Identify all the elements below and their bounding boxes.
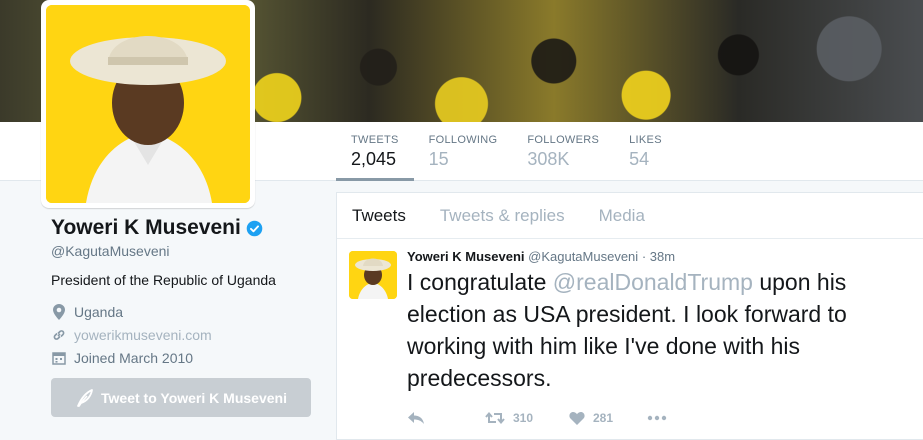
profile-handle[interactable]: @KagutaMuseveni (51, 243, 321, 259)
website-link[interactable]: yowerikmuseveni.com (74, 327, 212, 343)
tweet-item[interactable]: Yoweri K Museveni @KagutaMuseveni · 38m … (337, 239, 923, 428)
profile-joined: Joined March 2010 (51, 346, 321, 369)
stat-value: 15 (428, 149, 449, 169)
stat-label: TWEETS (351, 134, 399, 146)
profile-name[interactable]: Yoweri K Museveni (51, 216, 241, 240)
tweet-to-label: Tweet to Yoweri K Museveni (101, 389, 287, 406)
joined-text: Joined March 2010 (74, 349, 194, 366)
timeline-tabs: Tweets Tweets & replies Media (337, 193, 923, 239)
tab-media[interactable]: Media (599, 206, 645, 226)
tab-tweets-replies[interactable]: Tweets & replies (440, 206, 565, 226)
stat-value: 308K (527, 149, 570, 169)
stat-tweets[interactable]: TWEETS 2,045 (336, 122, 414, 181)
reply-icon (408, 412, 424, 424)
more-button[interactable] (647, 415, 675, 421)
timeline: Tweets Tweets & replies Media Yoweri K M… (336, 192, 923, 440)
stat-value: 2,045 (351, 149, 397, 169)
reply-button[interactable] (407, 411, 485, 425)
tweet-header: Yoweri K Museveni @KagutaMuseveni · 38m (407, 249, 911, 264)
retweet-button[interactable]: 310 (485, 411, 569, 425)
verified-badge-icon (246, 220, 263, 236)
retweet-icon (485, 411, 505, 425)
quill-icon (77, 388, 93, 407)
avatar-portrait (46, 5, 250, 203)
stat-label: LIKES (629, 134, 662, 146)
stat-label: FOLLOWERS (527, 134, 600, 146)
profile-location: Uganda (51, 300, 321, 323)
stat-label: FOLLOWING (428, 134, 498, 146)
tweet-separator: · (641, 249, 647, 264)
tweet-author-handle[interactable]: @KagutaMuseveni (528, 249, 638, 264)
tweet-author-name[interactable]: Yoweri K Museveni (407, 249, 525, 264)
link-icon (51, 327, 67, 343)
profile-bio: President of the Republic of Uganda (51, 272, 276, 288)
more-icon (647, 415, 667, 421)
tweet-timestamp[interactable]: 38m (650, 249, 675, 264)
stat-value: 54 (629, 149, 650, 169)
tweet-actions: 310 281 (407, 408, 911, 428)
tweet-text: I congratulate @realDonaldTrump upon his… (407, 266, 907, 394)
profile-avatar[interactable] (41, 0, 255, 208)
profile-stats: TWEETS 2,045 FOLLOWING 15 FOLLOWERS 308K… (336, 122, 677, 181)
profile-sidebar: Yoweri K Museveni @KagutaMuseveni Presid… (51, 216, 321, 369)
stat-following[interactable]: FOLLOWING 15 (414, 122, 513, 181)
tab-tweets[interactable]: Tweets (352, 206, 406, 226)
tweet-text-before: I congratulate (407, 269, 553, 295)
calendar-icon (51, 350, 67, 366)
profile-website[interactable]: yowerikmuseveni.com (51, 323, 321, 346)
like-button[interactable]: 281 (569, 411, 647, 425)
retweet-count: 310 (513, 411, 534, 425)
stat-likes[interactable]: LIKES 54 (614, 122, 677, 181)
tweet-avatar[interactable] (349, 251, 397, 299)
stat-followers[interactable]: FOLLOWERS 308K (512, 122, 614, 181)
like-count: 281 (593, 411, 614, 425)
tweet-to-button[interactable]: Tweet to Yoweri K Museveni (51, 378, 311, 417)
location-text: Uganda (74, 303, 124, 320)
active-underline (336, 178, 414, 181)
tweet-mention[interactable]: @realDonaldTrump (553, 269, 753, 295)
location-pin-icon (51, 303, 67, 320)
heart-icon (569, 411, 585, 425)
